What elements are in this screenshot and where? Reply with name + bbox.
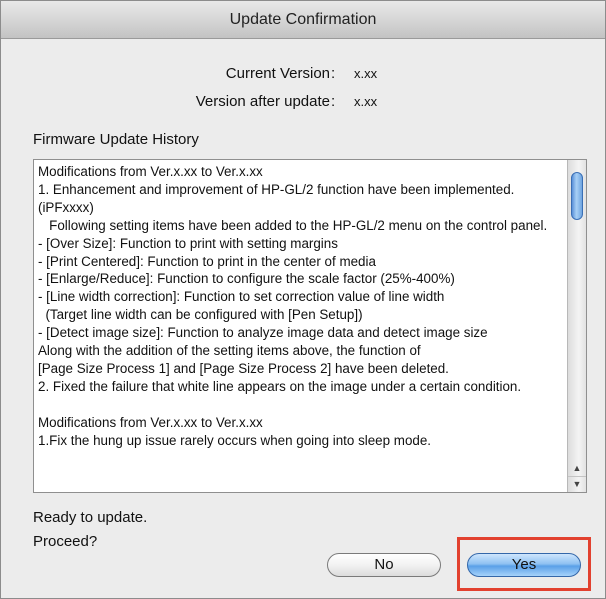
history-scrollbar[interactable]: ▲ ▼ — [567, 160, 586, 492]
current-version-row: Current Version : x.xx — [1, 64, 605, 84]
history-label: Firmware Update History — [33, 131, 199, 148]
proceed-prompt-text: Proceed? — [33, 533, 98, 550]
after-version-value: x.xx — [354, 94, 378, 109]
dialog-title: Update Confirmation — [1, 1, 605, 39]
scroll-up-arrow-icon[interactable]: ▲ — [568, 461, 586, 475]
scroll-thumb[interactable] — [571, 172, 583, 220]
no-button[interactable]: No — [327, 553, 441, 577]
scroll-down-arrow-icon[interactable]: ▼ — [568, 476, 586, 491]
ready-status-text: Ready to update. — [33, 509, 148, 526]
yes-button-highlight — [457, 537, 591, 591]
history-text: Modifications from Ver.x.xx to Ver.x.xx … — [38, 164, 548, 448]
current-version-value: x.xx — [354, 66, 378, 81]
current-version-colon: : — [331, 65, 336, 82]
current-version-label: Current Version — [225, 65, 330, 82]
after-version-colon: : — [331, 93, 336, 110]
after-version-row: Version after update : x.xx — [1, 92, 605, 112]
after-version-label: Version after update — [195, 93, 330, 110]
history-textarea[interactable]: Modifications from Ver.x.xx to Ver.x.xx … — [33, 159, 587, 493]
update-confirmation-dialog: Update Confirmation Current Version : x.… — [0, 0, 606, 599]
